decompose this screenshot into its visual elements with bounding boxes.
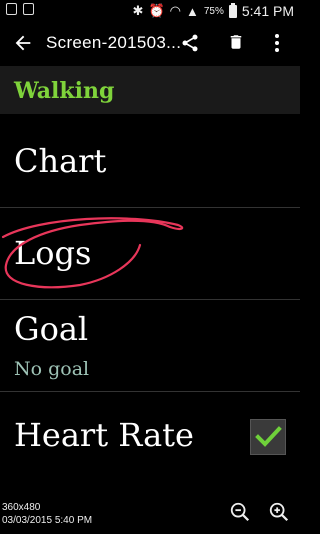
more-vert-icon[interactable] [272,33,282,53]
check-icon [255,426,282,447]
notification-icon [23,3,34,15]
share-icon[interactable] [180,32,200,54]
heart-rate-checkbox[interactable] [250,419,286,455]
zoom-out-icon[interactable] [229,501,251,523]
image-datetime: 03/03/2015 5:40 PM [2,515,93,526]
alarm-icon: ⏰ [148,3,165,18]
back-arrow-icon[interactable] [12,32,34,54]
list-item-sublabel: No goal [14,358,90,380]
list-item-logs[interactable]: Logs [0,208,300,300]
battery-icon [228,2,237,18]
notification-icons [6,3,34,15]
list-item-chart[interactable]: Chart [0,116,300,208]
app-toolbar: Screen-201503... [0,22,300,64]
image-resolution: 360x480 [2,502,41,513]
clock: 5:41 PM [241,3,294,19]
list-item-label: Logs [14,234,92,272]
delete-icon[interactable] [227,31,245,53]
system-icons: ✱ ⏰ ◠ ▲ 75% 5:41 PM [132,2,294,19]
zoom-in-icon[interactable] [268,501,290,523]
status-bar: ✱ ⏰ ◠ ▲ 75% 5:41 PM [0,0,300,22]
image-info: 360x480 03/03/2015 5:40 PM [2,501,92,527]
bluetooth-icon: ✱ [132,3,144,18]
section-title: Walking [14,78,115,104]
signal-icon: ▲ [185,3,199,19]
list-item-heart-rate[interactable]: Heart Rate [0,392,300,484]
section-header: Walking [0,66,300,114]
toolbar-title: Screen-201503... [46,33,182,52]
list-item-label: Goal [14,310,89,348]
list-item-goal[interactable]: Goal No goal [0,300,300,392]
list-item-label: Chart [14,142,107,180]
list-item-label: Heart Rate [14,416,194,454]
notification-icon [6,3,17,15]
wifi-icon: ◠ [169,3,181,18]
battery-percent: 75% [203,5,224,17]
